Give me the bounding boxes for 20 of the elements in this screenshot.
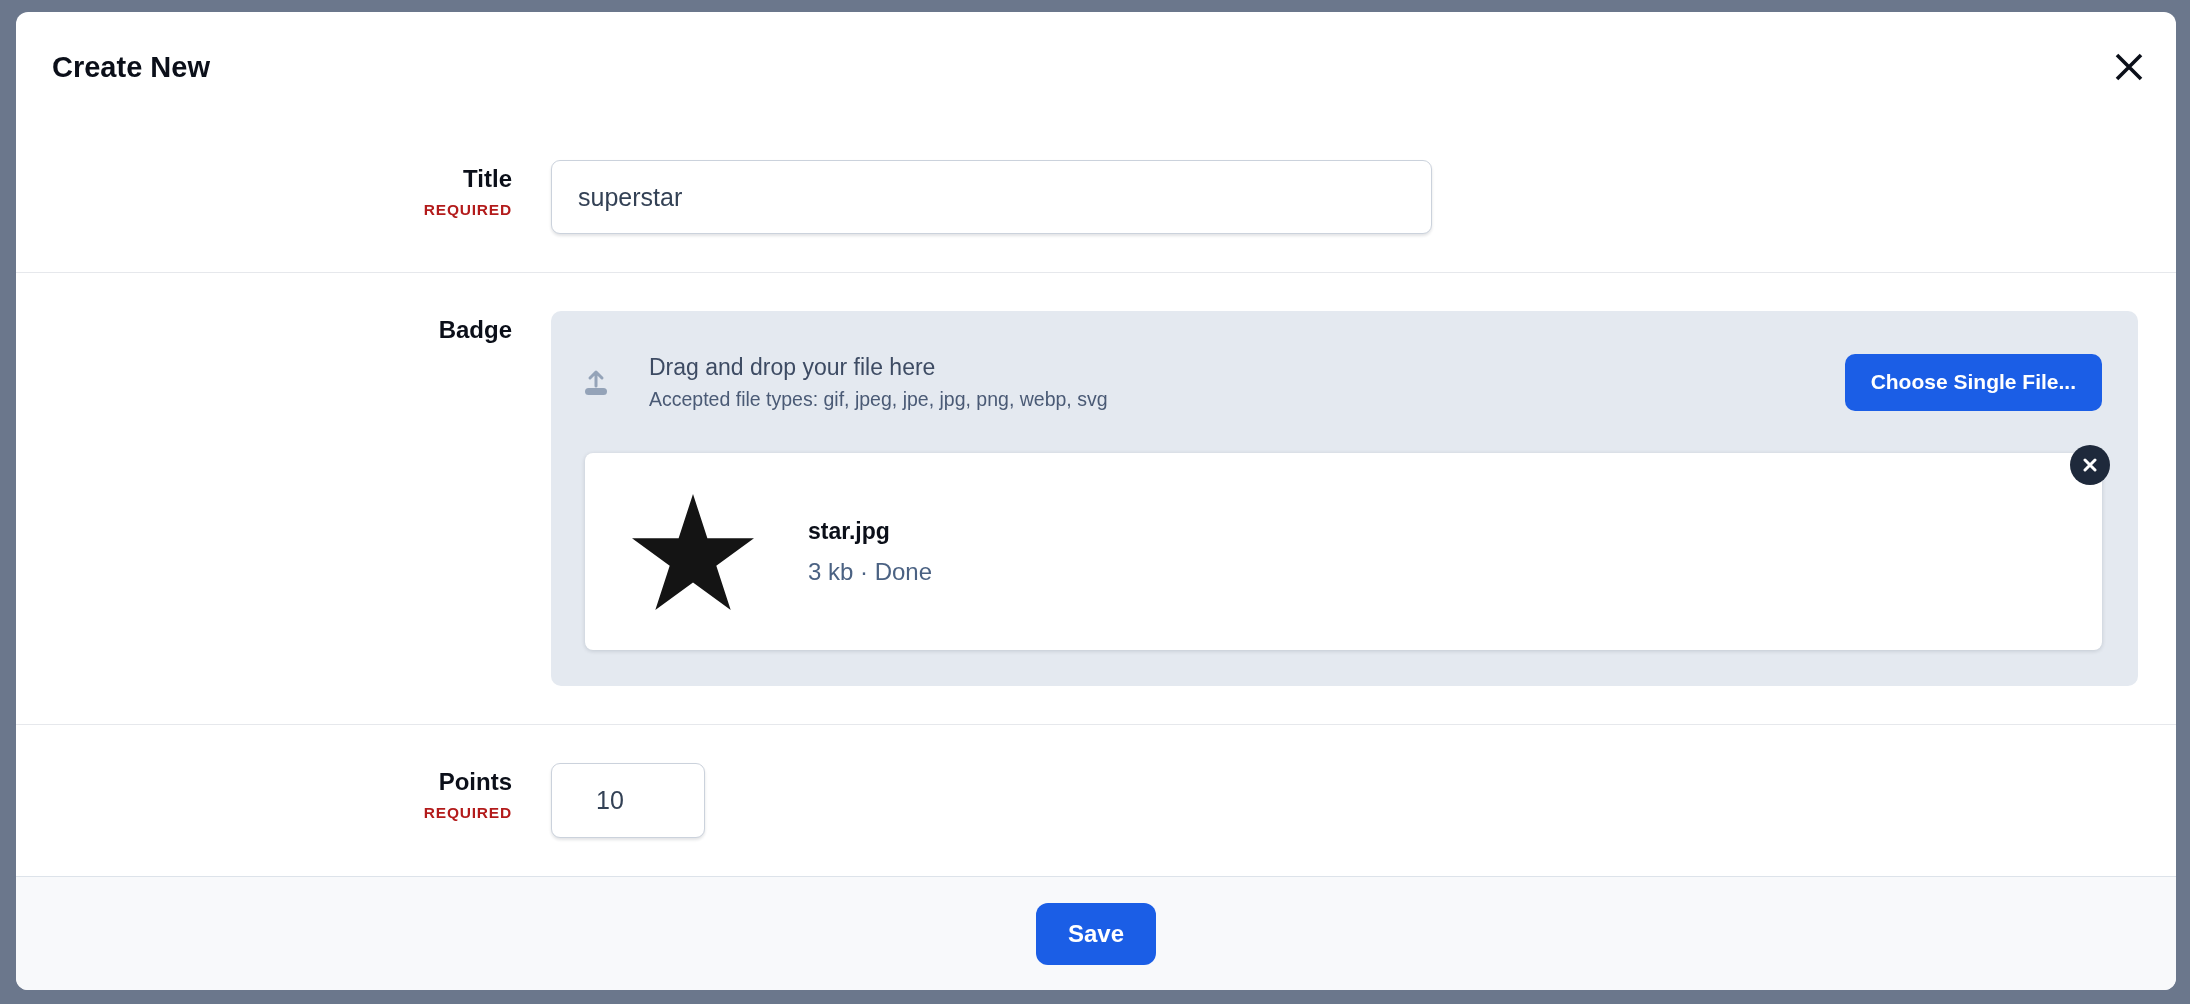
- text-input[interactable]: superstar: [551, 160, 1432, 234]
- number-input[interactable]: 10: [551, 763, 705, 838]
- required-note: REQUIRED: [423, 803, 512, 823]
- required-note: REQUIRED: [423, 200, 512, 220]
- dropzone-prompt: Drag and drop your file here: [649, 353, 936, 382]
- accepted-types-hint: Accepted file types: gif, jpeg, jpe, jpg, png, webp, svg: [649, 387, 1108, 412]
- close-icon: [2083, 458, 2097, 472]
- close-icon: [2115, 53, 2143, 81]
- field-label: Badge: [438, 315, 512, 345]
- close-button[interactable]: [2115, 53, 2143, 81]
- save-button[interactable]: Save: [1036, 902, 1156, 965]
- field-label: Title: [463, 164, 512, 194]
- file-status: 3 kb · Done: [808, 557, 933, 587]
- file-name: star.jpg: [808, 517, 890, 546]
- file-dropzone[interactable]: Drag and drop your file here Accepted file types: gif, jpeg, jpe, jpg, png, webp, svg Choose Single File... star.jpg 3 kb · Done: [551, 311, 2138, 686]
- field-label: Points: [438, 767, 512, 797]
- upload-icon: [585, 369, 607, 395]
- choose-file-button[interactable]: Choose Single File...: [1844, 353, 2102, 411]
- remove-file-button[interactable]: [2070, 445, 2110, 485]
- dialog-title: Create New: [52, 50, 210, 85]
